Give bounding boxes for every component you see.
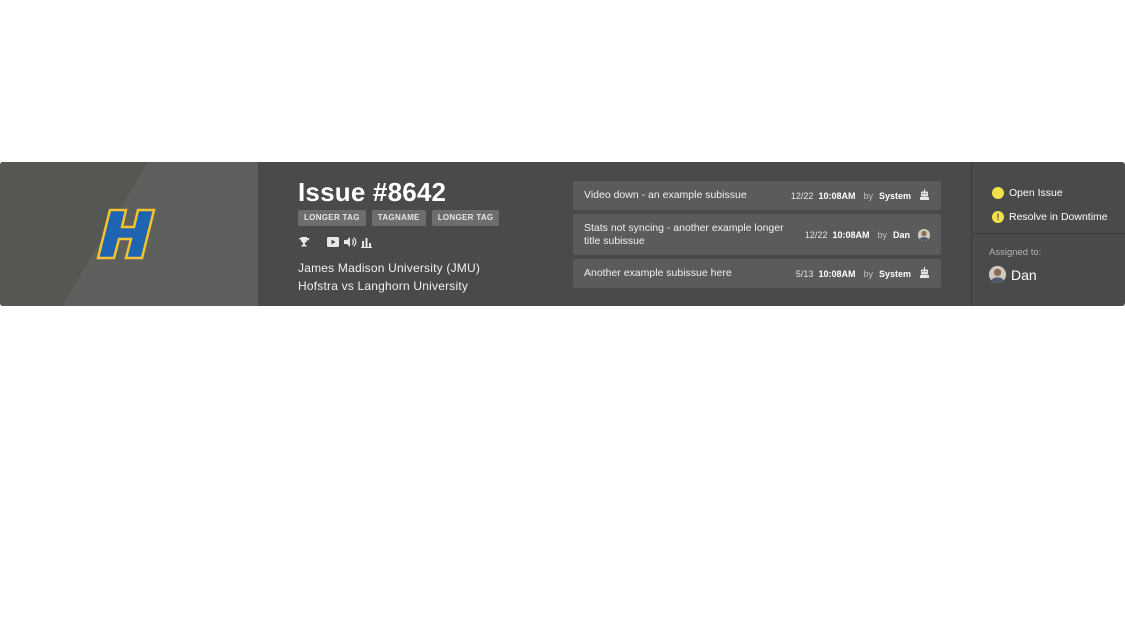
tag[interactable]: LONGER TAG <box>298 210 366 226</box>
subissue-meta: 5/13 10:08AM by System <box>796 267 930 280</box>
open-issue-button[interactable]: Open Issue <box>992 181 1108 205</box>
subissue-time: 10:08AM <box>818 268 856 279</box>
robot-icon <box>919 267 930 280</box>
school-name: James Madison University (JMU) <box>298 261 481 275</box>
volume-icon[interactable] <box>344 236 357 248</box>
subissue-row[interactable]: Stats not syncing - another example long… <box>573 214 941 255</box>
subissue-row[interactable]: Another example subissue here 5/13 10:08… <box>573 259 941 288</box>
subissue-by: by <box>863 190 873 201</box>
video-icon[interactable] <box>327 237 339 247</box>
bar-chart-icon[interactable] <box>361 237 372 248</box>
subissue-meta: 12/22 10:08AM by System <box>791 189 930 202</box>
subissue-date: 12/22 <box>790 190 814 201</box>
open-status-icon <box>992 187 1004 199</box>
subissue-user: System <box>878 268 911 279</box>
subissue-title: Video down - an example subissue <box>584 189 747 201</box>
robot-icon <box>919 189 930 202</box>
subissue-title: Another example subissue here <box>584 267 732 279</box>
team-logo-panel <box>0 162 258 306</box>
divider <box>972 233 1125 234</box>
avatar <box>989 266 1006 283</box>
issue-title: Issue #8642 <box>298 177 447 207</box>
team-logo <box>96 208 156 260</box>
subissue-row[interactable]: Video down - an example subissue 12/22 1… <box>573 181 941 210</box>
subissue-by: by <box>863 268 873 279</box>
tag[interactable]: TAGNAME <box>371 210 426 226</box>
subissue-user: Dan <box>892 229 910 240</box>
subissue-list: Video down - an example subissue 12/22 1… <box>573 181 941 292</box>
trophy-icon[interactable] <box>298 236 310 248</box>
assigned-label: Assigned to: <box>989 247 1042 258</box>
subissue-date: 5/13 <box>795 268 814 279</box>
subissue-user: System <box>878 190 911 201</box>
subissue-date: 12/22 <box>804 229 828 240</box>
matchup: Hofstra vs Langhorn University <box>298 279 469 293</box>
issue-icon-row <box>298 235 558 249</box>
avatar <box>918 228 930 241</box>
assignee[interactable]: Dan <box>989 266 1037 283</box>
subissue-meta: 12/22 10:08AM by Dan <box>804 228 930 241</box>
team-names: James Madison University (JMU) Hofstra v… <box>298 259 558 295</box>
issue-card: Issue #8642 LONGER TAG TAGNAME LONGER TA… <box>0 162 1125 306</box>
tag-list: LONGER TAG TAGNAME LONGER TAG <box>298 210 558 226</box>
subissue-time: 10:08AM <box>832 229 870 240</box>
resolve-downtime-button[interactable]: ! Resolve in Downtime <box>992 205 1108 229</box>
open-issue-label: Open Issue <box>1009 187 1063 199</box>
assignee-name: Dan <box>1011 266 1037 283</box>
warning-icon: ! <box>992 211 1004 223</box>
action-panel: Open Issue ! Resolve in Downtime Assigne… <box>971 162 1125 306</box>
status-actions: Open Issue ! Resolve in Downtime <box>992 181 1108 229</box>
resolve-downtime-label: Resolve in Downtime <box>1009 211 1108 223</box>
subissue-time: 10:08AM <box>818 190 856 201</box>
issue-info: Issue #8642 LONGER TAG TAGNAME LONGER TA… <box>298 176 558 295</box>
tag[interactable]: LONGER TAG <box>431 210 500 226</box>
subissue-by: by <box>877 229 887 240</box>
subissue-title: Stats not syncing - another example long… <box>584 221 784 247</box>
